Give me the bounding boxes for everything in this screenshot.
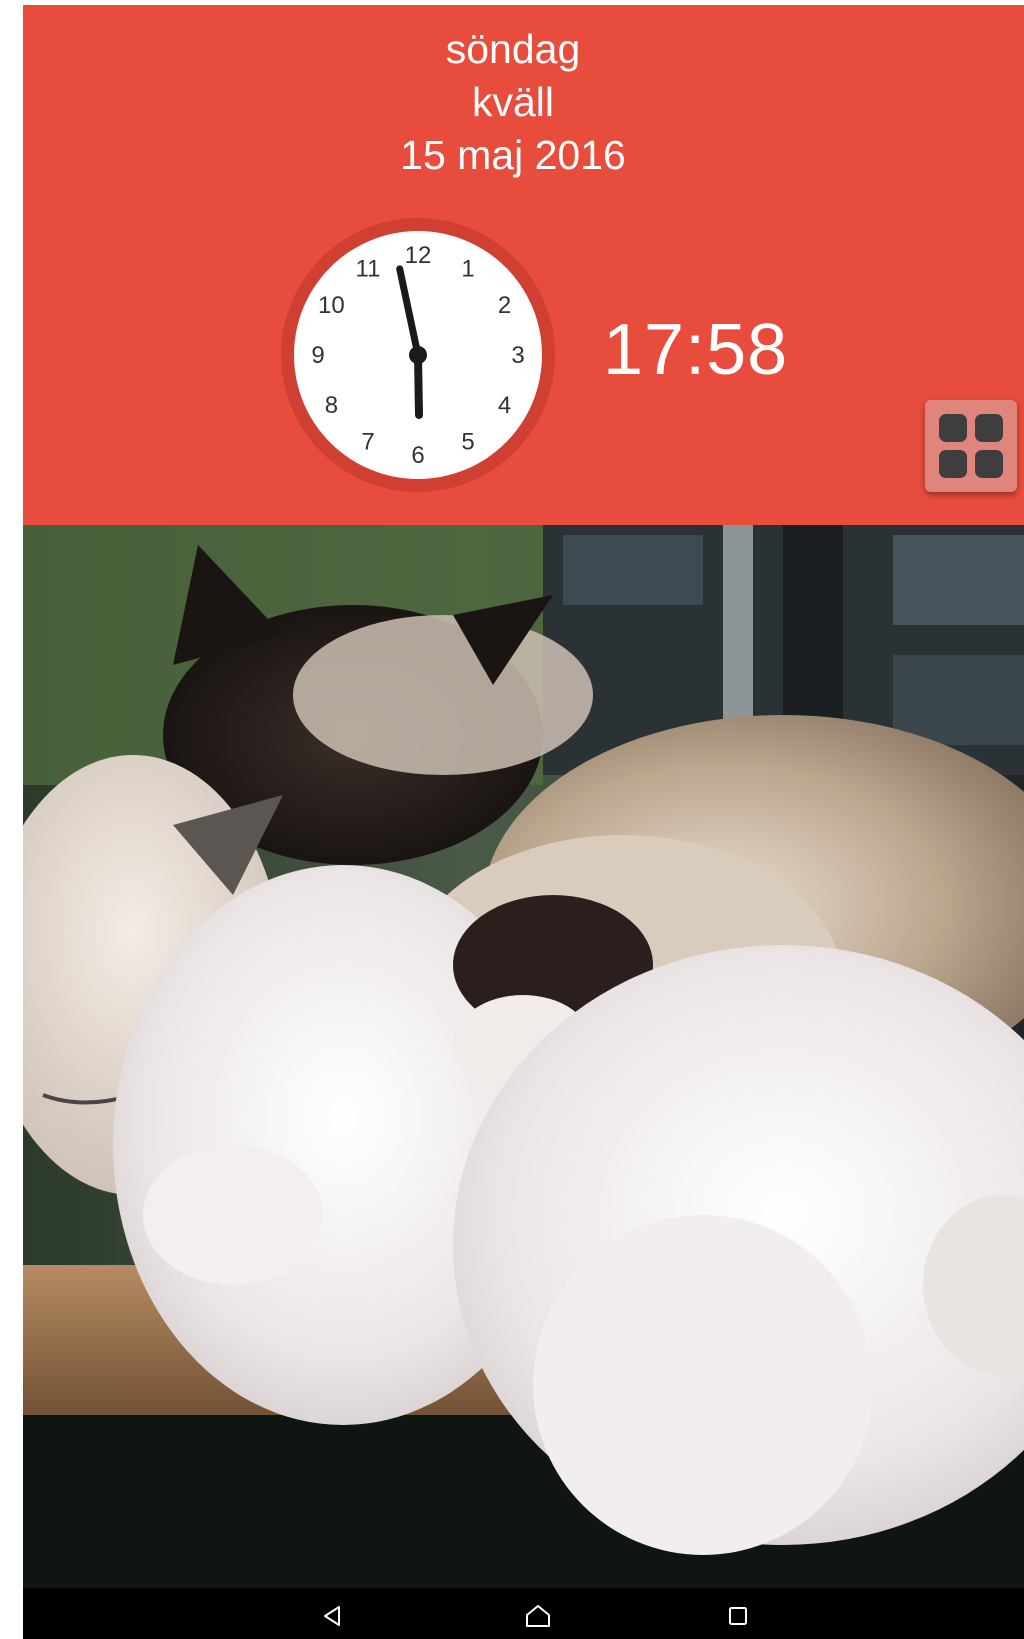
recents-icon bbox=[729, 1607, 747, 1625]
weekday-label: söndag bbox=[445, 26, 581, 72]
clock-numeral-5: 5 bbox=[461, 429, 474, 456]
back-button[interactable] bbox=[313, 1598, 353, 1634]
date-label: 15 maj 2016 bbox=[400, 132, 626, 178]
clock-numeral-1: 1 bbox=[461, 255, 474, 282]
sleeping-cats-photo bbox=[23, 525, 1024, 1588]
clock-numeral-6: 6 bbox=[411, 442, 424, 469]
digital-time: 17:58 bbox=[603, 310, 789, 390]
recents-button[interactable] bbox=[718, 1598, 758, 1634]
clock-header: söndag kväll 15 maj 2016 12 1 2 3 4 5 6 7 8 9 10 11… bbox=[23, 5, 1024, 525]
clock-numeral-11: 11 bbox=[356, 255, 381, 282]
clock-numeral-8: 8 bbox=[325, 392, 338, 419]
clock-center-pin bbox=[409, 346, 427, 364]
device-screen: söndag kväll 15 maj 2016 12 1 2 3 4 5 6 7 8 9 10 11… bbox=[23, 5, 1024, 1639]
home-icon bbox=[526, 1605, 550, 1627]
hour-hand bbox=[414, 351, 423, 419]
clock-numeral-7: 7 bbox=[361, 429, 374, 456]
clock-numeral-4: 4 bbox=[498, 392, 511, 419]
day-part-label: kväll bbox=[471, 79, 555, 125]
navigation-bar bbox=[23, 1588, 1024, 1639]
clock-numeral-2: 2 bbox=[498, 292, 511, 319]
clock-numeral-3: 3 bbox=[511, 342, 524, 369]
clock-numeral-10: 10 bbox=[318, 292, 345, 319]
back-icon bbox=[324, 1606, 340, 1626]
clock-numeral-12: 12 bbox=[405, 242, 432, 269]
clock-numeral-9: 9 bbox=[311, 342, 324, 369]
analog-clock: 12 1234567891011 bbox=[281, 218, 555, 492]
home-button[interactable] bbox=[518, 1598, 558, 1634]
apps-button[interactable] bbox=[925, 400, 1017, 492]
